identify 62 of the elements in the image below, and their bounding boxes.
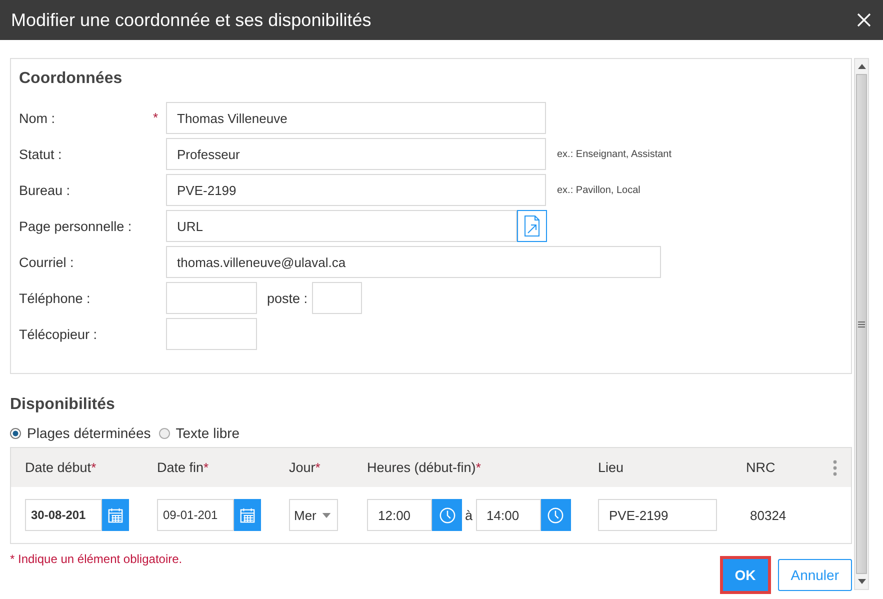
scrollbar[interactable] <box>854 58 869 590</box>
open-link-button[interactable] <box>517 210 547 242</box>
email-field[interactable]: thomas.villeneuve@ulaval.ca <box>166 246 661 278</box>
field-label: Télécopieur : <box>19 326 98 342</box>
field-hint: ex.: Enseignant, Assistant <box>557 148 672 160</box>
column-header: Lieu <box>598 460 624 475</box>
clock-button[interactable] <box>540 499 571 531</box>
time-field[interactable]: 12:00 <box>367 499 432 531</box>
column-header: Jour <box>289 460 316 475</box>
date-field[interactable]: 09-01-201 <box>157 499 234 531</box>
grip-icon <box>858 320 865 328</box>
column-header: Date fin <box>157 460 204 475</box>
field-label: Nom : <box>19 110 56 126</box>
column-header: Date début <box>25 460 92 475</box>
field-label: poste : <box>267 290 308 306</box>
url-field[interactable]: URL <box>166 210 517 242</box>
calendar-icon <box>107 506 124 524</box>
extension-field[interactable] <box>312 282 362 314</box>
section-heading: Coordonnées <box>19 69 124 89</box>
clock-icon <box>438 506 456 524</box>
field-label: Bureau : <box>19 182 72 198</box>
required-mark: * <box>476 460 481 475</box>
date-field[interactable]: 30-08-201 <box>25 499 102 531</box>
required-mark: * <box>91 460 96 475</box>
calendar-icon <box>239 506 256 524</box>
table-cell-text: 80324 <box>749 508 786 522</box>
dialog-title: Modifier une coordonnée et ses disponibilités <box>11 10 372 30</box>
radio-button[interactable] <box>158 428 170 438</box>
field-label: Statut : <box>19 146 63 162</box>
fax-field[interactable] <box>166 318 257 350</box>
required-mark: * <box>152 110 158 125</box>
section-heading: Disponibilités <box>10 395 116 415</box>
calendar-button[interactable] <box>234 499 261 531</box>
required-note: * Indique un élément obligatoire. <box>10 552 182 566</box>
scroll-down-icon[interactable] <box>858 579 866 584</box>
clock-button[interactable] <box>432 499 462 531</box>
close-icon[interactable] <box>857 13 871 27</box>
radio-label[interactable]: Texte libre <box>176 425 240 441</box>
column-header: Heures (début-fin) <box>367 460 476 475</box>
day-dropdown[interactable]: Mer <box>289 499 338 531</box>
calendar-button[interactable] <box>102 499 129 531</box>
text-field[interactable]: Professeur <box>166 138 546 170</box>
time-field[interactable]: 14:00 <box>476 499 541 531</box>
radio-button[interactable] <box>10 428 21 438</box>
column-header: NRC <box>746 460 776 475</box>
location-field[interactable]: PVE-2199 <box>598 499 717 531</box>
field-hint: ex.: Pavillon, Local <box>557 184 640 196</box>
field-label: Courriel : <box>19 254 75 270</box>
text-field[interactable]: Thomas Villeneuve <box>166 102 546 134</box>
caret-icon <box>322 512 331 518</box>
phone-field[interactable] <box>166 282 257 314</box>
required-mark: * <box>204 460 209 475</box>
clock-icon <box>547 506 564 524</box>
field-label: Téléphone : <box>19 290 92 306</box>
range-separator: à <box>465 508 473 522</box>
more-options-icon[interactable] <box>833 460 837 476</box>
field-label: Page personnelle : <box>19 218 133 234</box>
radio-label[interactable]: Plages déterminées <box>27 425 151 441</box>
required-mark: * <box>315 460 320 475</box>
document-arrow-icon <box>524 215 540 237</box>
scroll-up-icon[interactable] <box>858 64 866 69</box>
text-field[interactable]: PVE-2199 <box>166 174 546 206</box>
